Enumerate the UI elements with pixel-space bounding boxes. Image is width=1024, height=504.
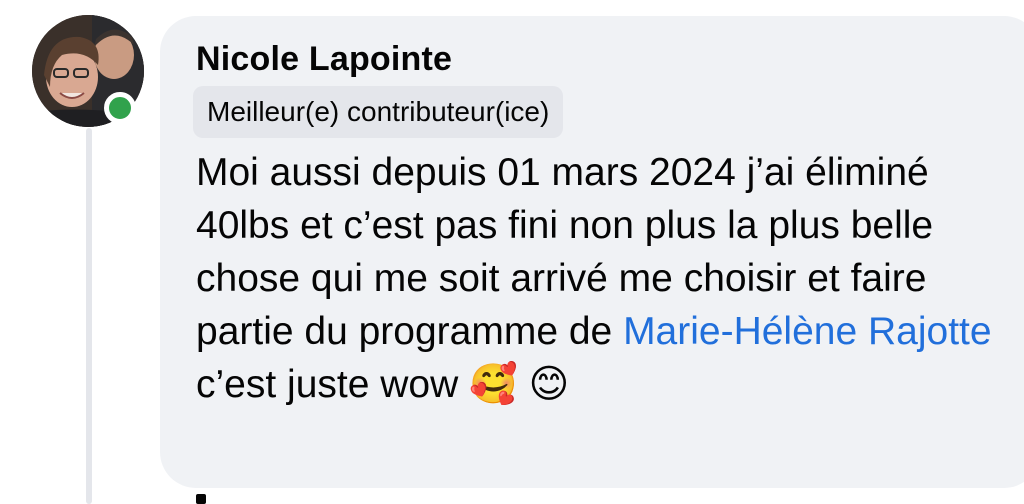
comment-text: Moi aussi depuis 01 mars 2024 j’ai élimi…	[196, 146, 1016, 411]
mention-link[interactable]: Marie-Hélène Rajotte	[623, 310, 992, 353]
contributor-badge[interactable]: Meilleur(e) contributeur(ice)	[193, 86, 564, 138]
comment-author[interactable]: Nicole Lapointe	[196, 40, 452, 79]
smiling-face-emoji: 😊	[528, 362, 570, 407]
smiling-face-with-hearts-emoji: 🥰	[469, 362, 518, 407]
cropped-next-line	[196, 494, 206, 504]
comment-body-end: c’est juste wow	[196, 363, 470, 406]
thread-line	[86, 128, 92, 504]
online-status-dot	[104, 92, 136, 124]
